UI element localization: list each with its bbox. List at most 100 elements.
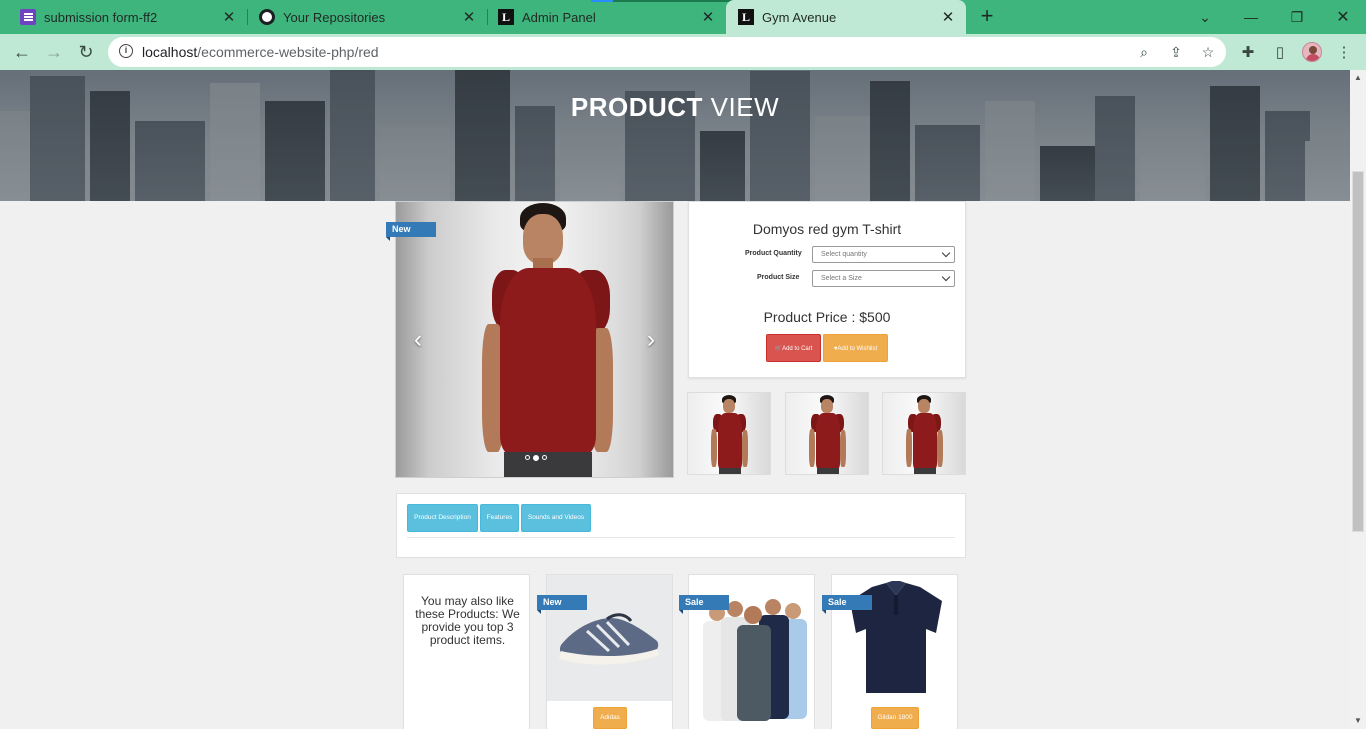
browser-tab-gym-avenue[interactable]: L Gym Avenue ✕ [726,0,966,34]
polo-illustration [850,581,942,693]
scroll-down-icon[interactable]: ▼ [1353,716,1363,726]
page-title-light: VIEW [702,92,780,122]
carousel-dot[interactable] [525,455,530,460]
browser-tab-strip: submission form-ff2 ✕ Your Repositories … [0,0,1366,34]
close-tab-icon[interactable]: ✕ [219,7,239,27]
scrollbar-thumb[interactable] [1352,171,1364,532]
product-thumbnail-3[interactable] [882,392,966,475]
sale-badge: Sale [679,595,729,614]
brand-label[interactable]: Adidas [593,707,627,729]
form-icon [20,9,36,25]
model-red-tshirt [913,413,937,469]
product-info-tabs: Product Description Features Sounds and … [396,493,966,558]
model-right-arm [742,430,748,467]
bookmark-star-icon[interactable]: ☆ [1199,43,1217,61]
new-tab-button[interactable]: + [976,5,998,28]
thumbnail-model-image [883,393,965,474]
running-shoe-image [547,575,672,701]
browser-tab-admin-panel[interactable]: L Admin Panel ✕ [478,0,726,34]
model-head [821,399,833,413]
close-tab-icon[interactable]: ✕ [698,7,718,27]
side-panel-icon[interactable]: ▯ [1270,42,1290,62]
product-name: Domyos red gym T-shirt [752,221,902,237]
add-to-cart-button[interactable]: 🛒Add to Cart [766,334,821,362]
extensions-puzzle-icon[interactable]: ✚ [1238,42,1258,62]
model-left-arm [809,429,815,467]
browser-tab-title: Admin Panel [522,9,596,25]
url-host: localhost [142,44,198,60]
quantity-label: Product Quantity [745,250,802,257]
product-details-card: Domyos red gym T-shirt Product Quantity … [688,201,966,378]
add-to-wishlist-label: Add to Wishlist [837,346,878,352]
restore-button[interactable]: ❐ [1283,4,1311,30]
browser-tab-title: Gym Avenue [762,9,837,25]
site-l-icon: L [738,9,754,25]
page-title: PRODUCT VIEW [0,92,1350,123]
page-viewport: PRODUCT VIEW ‹ › New Domyos red gym T-sh… [0,70,1350,729]
carousel-prev-icon[interactable]: ‹ [408,328,428,352]
thumbnail-model-image [786,393,868,474]
model-right-arm [840,430,846,467]
model-right-arm [937,430,943,467]
product-thumbnail-2[interactable] [785,392,869,475]
model-head [918,399,930,413]
close-tab-icon[interactable]: ✕ [459,7,479,27]
model-red-tshirt [816,413,840,469]
tab-product-description[interactable]: Product Description [407,504,478,532]
carousel-dot[interactable] [542,455,547,460]
model-left-arm [711,429,717,467]
carousel-edge-shade [396,202,673,477]
shoe-illustration [559,613,659,665]
tab-search-chevron-icon[interactable]: ⌄ [1191,4,1219,30]
reload-button[interactable]: ↻ [72,38,100,66]
tab-sounds-and-videos[interactable]: Sounds and Videos [521,504,591,532]
model-red-tshirt [718,413,742,469]
browser-tab-repositories[interactable]: Your Repositories ✕ [239,0,487,34]
sale-badge: Sale [822,595,872,614]
forward-button[interactable]: → [40,38,68,66]
model-pants [719,468,741,474]
size-label: Product Size [757,274,800,281]
back-button[interactable]: ← [8,38,36,66]
address-bar[interactable]: i localhost/ecommerce-website-php/red ⌕ … [108,37,1226,67]
model-left-arm [906,429,912,467]
model-head [723,399,735,413]
carousel-dot-active[interactable] [533,454,539,461]
related-intro-card: You may also like these Products: We pro… [403,574,530,729]
browser-tab-submission-form[interactable]: submission form-ff2 ✕ [0,0,247,34]
minimize-button[interactable]: — [1237,4,1265,30]
close-tab-icon[interactable]: ✕ [938,7,958,27]
size-select[interactable]: Select a Size [812,270,955,287]
zoom-icon[interactable]: ⌕ [1135,43,1153,61]
model-pants [817,468,839,474]
related-intro-text: You may also like these Products: We pro… [415,594,520,647]
thumbnail-model-image [688,393,770,474]
carousel-next-icon[interactable]: › [641,328,661,352]
add-to-wishlist-button[interactable]: ♥Add to Wishlist [823,334,888,362]
brand-label[interactable]: Gildan 1800 [871,707,919,729]
profile-avatar[interactable] [1302,42,1322,62]
browser-toolbar: ← → ↻ i localhost/ecommerce-website-php/… [0,34,1366,70]
navy-polo-image [832,575,957,701]
tab-features[interactable]: Features [480,504,519,532]
model-pants [914,468,936,474]
add-to-cart-label: Add to Cart [782,346,813,352]
product-price: Product Price : $500 [763,309,891,325]
page-title-bold: PRODUCT [570,92,703,122]
github-icon [259,9,275,25]
site-info-icon[interactable]: i [119,44,133,58]
close-window-button[interactable]: ✕ [1329,4,1357,30]
quantity-select[interactable]: Select quantity [812,246,955,263]
browser-tab-title: Your Repositories [283,9,386,25]
new-badge: New [537,595,587,614]
carousel-indicators [525,454,547,461]
product-image-carousel[interactable]: ‹ › [395,201,674,478]
scroll-up-icon[interactable]: ▲ [1353,73,1363,83]
menu-kebab-icon[interactable]: ⋮ [1334,42,1354,62]
share-icon[interactable]: ⇪ [1167,43,1185,61]
address-url[interactable]: localhost/ecommerce-website-php/red [142,44,379,60]
hero-overlay [0,70,1350,201]
product-thumbnail-1[interactable] [687,392,771,475]
page-scrollbar[interactable]: ▲ ▼ [1350,70,1366,729]
group-tshirts-image [689,575,814,721]
